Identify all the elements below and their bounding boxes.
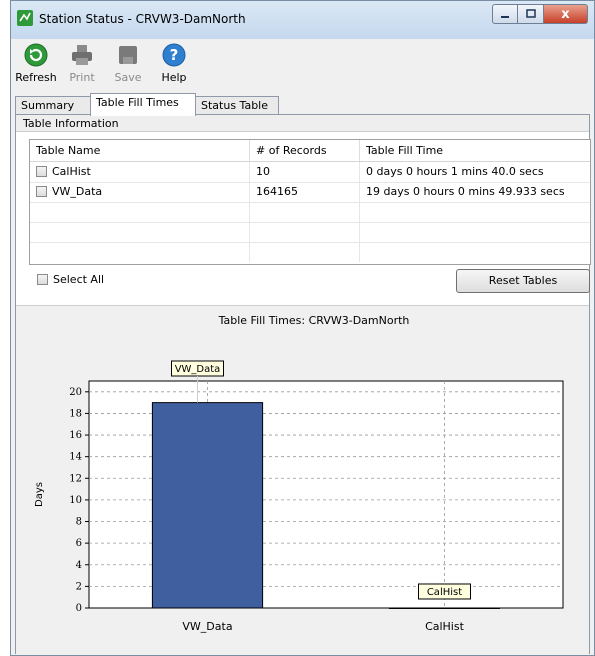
select-all-box[interactable]: [37, 273, 48, 285]
grid-header: Table Name # of Records Table Fill Time: [30, 140, 590, 162]
toolbar: Refresh Print Save ? Help: [11, 39, 594, 89]
save-button[interactable]: Save: [105, 43, 151, 84]
close-button[interactable]: x: [544, 4, 588, 24]
y-tick-label: 16: [69, 430, 82, 441]
fill-time-cell: 0 days 0 hours 1 mins 40.0 secs: [366, 165, 544, 178]
y-tick-label: 8: [76, 517, 82, 528]
tab-strip: Summary Table Fill Times Status Table: [11, 93, 594, 116]
print-button[interactable]: Print: [59, 43, 105, 84]
empty-row: [30, 222, 590, 243]
table-name-cell: VW_Data: [30, 182, 250, 202]
table-name: CalHist: [52, 165, 91, 178]
minimize-button[interactable]: [492, 4, 518, 24]
chart-title: Table Fill Times: CRVW3-DamNorth: [218, 314, 410, 327]
reset-tables-label: Reset Tables: [488, 274, 558, 287]
tab-summary[interactable]: Summary: [15, 96, 91, 114]
bar-vw-data: [151, 402, 264, 609]
row-checkbox[interactable]: [36, 165, 47, 177]
row-checkbox[interactable]: [36, 185, 47, 197]
refresh-icon: [24, 43, 48, 67]
app-icon: [17, 10, 33, 26]
y-tick-label: 14: [69, 452, 82, 463]
station-status-window: Station Status - CRVW3-DamNorth x Refres…: [10, 0, 595, 656]
maximize-button[interactable]: [518, 4, 544, 24]
y-axis-label: Days: [34, 482, 45, 507]
tab-table-fill-times[interactable]: Table Fill Times: [90, 93, 196, 116]
close-icon: x: [561, 6, 570, 22]
y-tick-label: 18: [69, 408, 82, 419]
table-name: VW_Data: [52, 185, 103, 198]
table-name-cell: CalHist: [30, 162, 250, 182]
bar-tooltip-label: CalHist: [427, 587, 462, 598]
column-header-fill-time[interactable]: Table Fill Time: [360, 140, 590, 161]
print-label: Print: [69, 71, 95, 84]
table-information-grid: Table Name # of Records Table Fill Time …: [29, 139, 591, 265]
save-icon: [119, 46, 137, 64]
printer-icon: [72, 45, 92, 65]
table-fill-times-panel: Table Information Table Name # of Record…: [15, 114, 591, 654]
bar-calhist: [388, 607, 501, 609]
empty-row: [30, 202, 590, 223]
title-bar[interactable]: Station Status - CRVW3-DamNorth x: [11, 1, 594, 39]
table-information-header: Table Information: [16, 115, 589, 132]
fill-time-cell: 19 days 0 hours 0 mins 49.933 secs: [366, 185, 565, 198]
table-row[interactable]: CalHist 10 0 days 0 hours 1 mins 40.0 se…: [30, 162, 590, 183]
fill-times-chart-area: Table Fill Times: CRVW3-DamNorth 0 2 4 6 8 10 1…: [16, 305, 589, 654]
x-tick-label: CalHist: [425, 620, 465, 633]
bar-tooltip-label: VW_Data: [175, 364, 221, 375]
help-button[interactable]: ? Help: [151, 43, 197, 84]
reset-tables-button[interactable]: Reset Tables: [456, 269, 590, 293]
y-tick-label: 20: [69, 387, 82, 398]
y-tick-label: 10: [69, 495, 82, 506]
fill-times-chart: Table Fill Times: CRVW3-DamNorth 0 2 4 6 8 10 1…: [34, 314, 564, 633]
tab-status-table[interactable]: Status Table: [195, 96, 279, 114]
y-tick-label: 12: [69, 473, 82, 484]
y-tick-label: 4: [76, 560, 82, 571]
empty-row: [30, 242, 590, 262]
help-icon: ?: [162, 43, 186, 67]
minimize-icon: [501, 16, 509, 18]
y-tick-label: 2: [76, 581, 82, 592]
records-cell: 10: [250, 162, 360, 182]
y-tick-label: 6: [76, 538, 82, 549]
window-title: Station Status - CRVW3-DamNorth: [39, 12, 246, 26]
refresh-button[interactable]: Refresh: [13, 43, 59, 84]
column-header-table-name[interactable]: Table Name: [30, 140, 250, 161]
select-all-checkbox[interactable]: Select All: [37, 273, 104, 286]
help-label: Help: [161, 71, 187, 84]
refresh-label: Refresh: [15, 71, 57, 84]
select-all-label: Select All: [53, 273, 105, 286]
column-header-records[interactable]: # of Records: [250, 140, 360, 161]
x-tick-label: VW_Data: [182, 620, 232, 633]
background-edge: [0, 0, 10, 656]
maximize-icon: [525, 9, 536, 18]
save-label: Save: [114, 71, 142, 84]
help-glyph: ?: [170, 46, 179, 64]
records-cell: 164165: [250, 182, 360, 202]
window-controls: x: [492, 4, 588, 24]
y-tick-label: 0: [76, 603, 82, 614]
table-row[interactable]: VW_Data 164165 19 days 0 hours 0 mins 49…: [30, 182, 590, 203]
